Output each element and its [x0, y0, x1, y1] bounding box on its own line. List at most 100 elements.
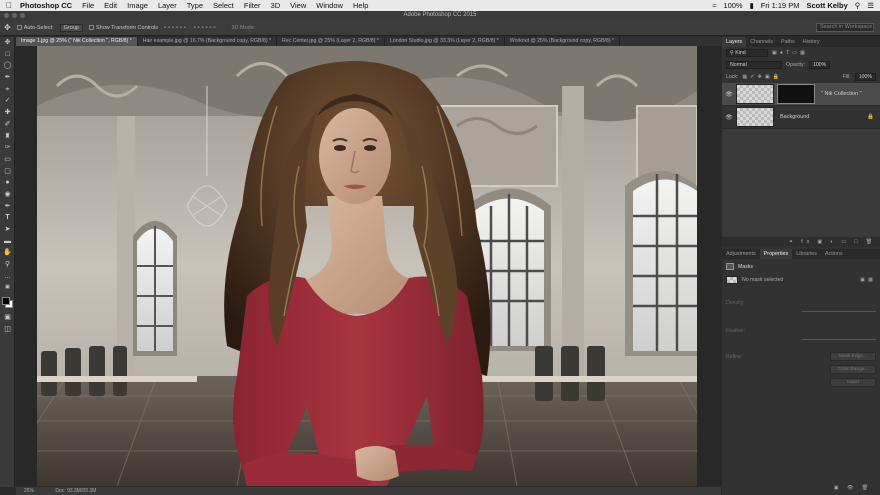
- clone-stamp-tool-icon[interactable]: ♜: [0, 131, 15, 143]
- adjustment-layer-icon[interactable]: ◐: [830, 239, 837, 245]
- history-brush-tool-icon[interactable]: ✑: [0, 142, 15, 154]
- search-icon[interactable]: ⚲: [855, 1, 861, 10]
- zoom-level[interactable]: 25%: [24, 488, 34, 494]
- tab-history[interactable]: History: [799, 37, 824, 47]
- shape-tool-icon[interactable]: ▬: [0, 236, 15, 248]
- screen-mode-icon[interactable]: ◫: [0, 324, 15, 336]
- minimize-window-button[interactable]: [12, 13, 17, 18]
- layer-mask-thumbnail[interactable]: [777, 84, 815, 104]
- doc-size[interactable]: Doc: 93.3M/93.3M: [55, 488, 96, 494]
- feather-slider[interactable]: [802, 339, 876, 340]
- invert-button[interactable]: Invert: [830, 378, 876, 387]
- layer-row-nik[interactable]: 👁 " Nik Collection ": [722, 83, 880, 106]
- eyedropper-tool-icon[interactable]: ✓: [0, 95, 15, 107]
- tab-properties[interactable]: Properties: [759, 249, 793, 259]
- layer-thumbnail[interactable]: [736, 84, 774, 104]
- menu-3d[interactable]: 3D: [271, 1, 281, 10]
- lock-icon[interactable]: 🔒: [867, 114, 874, 120]
- zoom-tool-icon[interactable]: ⚲: [0, 259, 15, 271]
- layer-name[interactable]: " Nik Collection ": [821, 91, 862, 97]
- wifi-icon[interactable]: ≈: [712, 1, 716, 10]
- crop-tool-icon[interactable]: ⌖: [0, 84, 15, 96]
- layer-row-background[interactable]: 👁 Background 🔒: [722, 106, 880, 129]
- menu-type[interactable]: Type: [187, 1, 203, 10]
- visibility-eye-icon[interactable]: 👁: [722, 91, 736, 98]
- mask-type-icons[interactable]: ▣▦: [860, 277, 876, 283]
- notifications-icon[interactable]: ☰: [867, 1, 874, 10]
- fx-icon[interactable]: fx: [801, 239, 813, 245]
- type-tool-icon[interactable]: T: [0, 212, 15, 224]
- opacity-field[interactable]: 100%: [809, 61, 831, 69]
- distribute-icons[interactable]: ▫▫▫▫▫▫: [194, 25, 218, 31]
- tab-rec-center[interactable]: Rec Center.jpg @ 25% (Layer 2, RGB/8) *: [277, 37, 385, 46]
- document-canvas[interactable]: [16, 46, 721, 486]
- tab-paths[interactable]: Paths: [777, 37, 799, 47]
- auto-select-checkbox[interactable]: Auto-Select:: [16, 25, 54, 31]
- lock-icons[interactable]: ▦✐✥▣🔒: [742, 74, 782, 80]
- default-colors-icon[interactable]: ▣: [0, 282, 15, 294]
- blend-mode-dropdown[interactable]: Normal: [726, 61, 782, 69]
- color-range-button[interactable]: Color Range...: [830, 365, 876, 374]
- dodge-tool-icon[interactable]: ◉: [0, 189, 15, 201]
- close-window-button[interactable]: [4, 13, 9, 18]
- tab-adjustments[interactable]: Adjustments: [722, 249, 760, 259]
- new-group-icon[interactable]: ▭: [841, 239, 850, 245]
- density-slider[interactable]: [802, 311, 876, 312]
- tab-actions[interactable]: Actions: [821, 249, 847, 259]
- kind-filter-dropdown[interactable]: ⚲ Kind: [726, 49, 768, 57]
- move-tool-icon[interactable]: ✥: [4, 23, 11, 32]
- move-tool-icon[interactable]: ✥: [0, 37, 15, 49]
- fill-field[interactable]: 100%: [854, 73, 876, 81]
- zoom-window-button[interactable]: [20, 13, 25, 18]
- tab-libraries[interactable]: Libraries: [792, 249, 821, 259]
- color-swatches[interactable]: [0, 294, 14, 312]
- auto-select-dropdown[interactable]: Group: [59, 23, 83, 32]
- apple-icon[interactable]: : [6, 1, 12, 10]
- blur-tool-icon[interactable]: ●: [0, 177, 15, 189]
- menu-window[interactable]: Window: [316, 1, 343, 10]
- pen-tool-icon[interactable]: ✒: [0, 201, 15, 213]
- visibility-eye-icon[interactable]: 👁: [722, 114, 736, 121]
- tab-hair-example[interactable]: Hair example.jpg @ 16.7% (Background cop…: [138, 37, 278, 46]
- delete-mask-icon[interactable]: 🗑: [861, 485, 872, 491]
- clock[interactable]: Fri 1:19 PM: [761, 1, 800, 10]
- new-layer-icon[interactable]: □: [854, 239, 861, 245]
- lasso-tool-icon[interactable]: ◯: [0, 60, 15, 72]
- layer-name[interactable]: Background: [780, 114, 809, 120]
- menu-filter[interactable]: Filter: [244, 1, 261, 10]
- mask-edge-button[interactable]: Mask Edge...: [830, 352, 876, 361]
- layer-thumbnail[interactable]: [736, 107, 774, 127]
- filter-icons[interactable]: ▣●T▭▦: [772, 50, 808, 56]
- delete-layer-icon[interactable]: 🗑: [865, 239, 876, 245]
- hand-tool-icon[interactable]: ✋: [0, 247, 15, 259]
- layers-list-empty-area[interactable]: [722, 129, 880, 237]
- add-mask-icon[interactable]: ▣: [817, 239, 826, 245]
- path-select-tool-icon[interactable]: ➤: [0, 224, 15, 236]
- tab-channels[interactable]: Channels: [746, 37, 777, 47]
- tab-london-studio[interactable]: London Studio.jpg @ 33.3% (Layer 2, RGB/…: [385, 37, 505, 46]
- app-menu[interactable]: Photoshop CC: [20, 1, 72, 10]
- gradient-tool-icon[interactable]: ▢: [0, 166, 15, 178]
- menu-edit[interactable]: Edit: [104, 1, 117, 10]
- healing-brush-tool-icon[interactable]: ✚: [0, 107, 15, 119]
- more-tools-icon[interactable]: …: [0, 271, 15, 283]
- menu-image[interactable]: Image: [127, 1, 148, 10]
- menu-view[interactable]: View: [290, 1, 306, 10]
- quick-select-tool-icon[interactable]: ✒: [0, 72, 15, 84]
- battery-icon[interactable]: ▮: [750, 1, 754, 10]
- marquee-tool-icon[interactable]: □: [0, 49, 15, 61]
- transform-controls-checkbox[interactable]: Show Transform Controls: [88, 25, 158, 31]
- tab-image-1[interactable]: Image 1.jpg @ 25% (" Nik Collection ", R…: [16, 37, 138, 46]
- tab-workout[interactable]: Workout @ 25% (Background copy, RGB/8) *: [505, 37, 621, 46]
- menu-layer[interactable]: Layer: [158, 1, 177, 10]
- brush-tool-icon[interactable]: ✐: [0, 119, 15, 131]
- link-layers-icon[interactable]: ⚭: [789, 239, 797, 245]
- load-selection-icon[interactable]: ▣: [834, 485, 843, 491]
- tab-layers[interactable]: Layers: [722, 37, 747, 47]
- eraser-tool-icon[interactable]: ▭: [0, 154, 15, 166]
- photo-canvas[interactable]: [37, 46, 697, 486]
- quick-mask-icon[interactable]: ▣: [0, 312, 15, 324]
- visibility-icon[interactable]: 👁: [847, 485, 858, 491]
- workspace-search-field[interactable]: Search in Workspace: [816, 23, 874, 32]
- align-icons[interactable]: ▫▫▫▫▫▫: [164, 25, 188, 31]
